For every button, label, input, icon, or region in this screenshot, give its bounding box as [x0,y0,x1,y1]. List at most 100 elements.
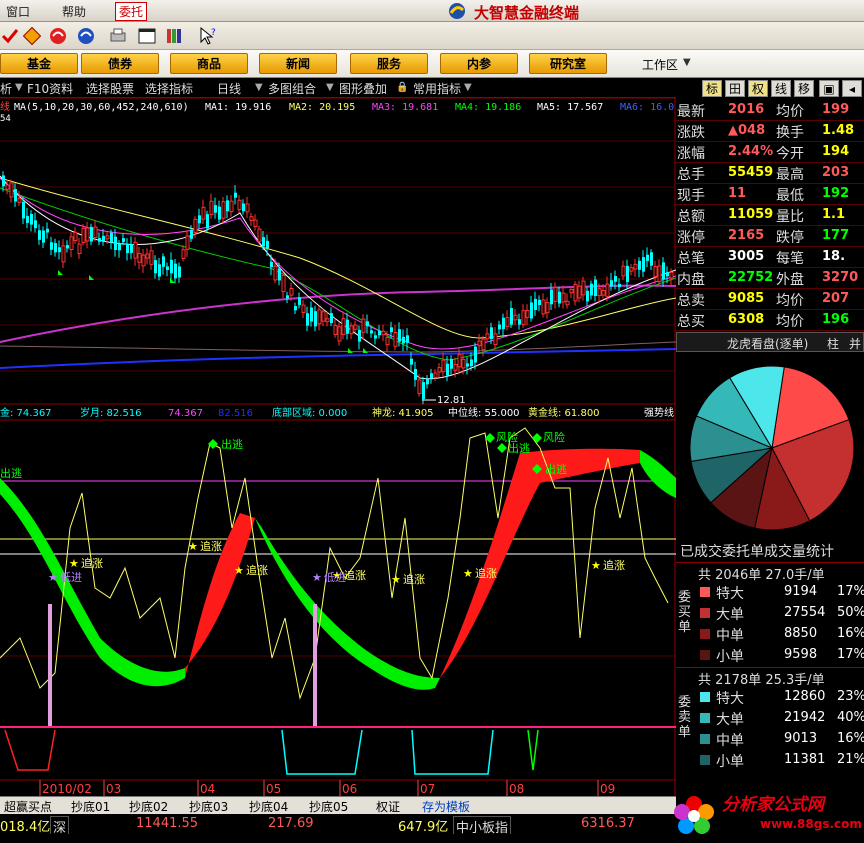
signal-chase-6: 追涨 [475,566,497,580]
quote-value: 3005 [728,249,765,264]
red-swirl-icon[interactable] [48,26,68,46]
quote-label-2: 均价 [776,314,804,330]
print-icon[interactable] [108,26,128,46]
x-tick-5: 07 [420,782,435,796]
candle-body [378,330,381,336]
candle-body [565,300,570,306]
quote-value: 6308 [728,312,765,327]
market-nav: 基金 债券 商品 新闻 服务 内参 研究室 工作区 ▼ [0,50,864,78]
func-analysis[interactable]: 析 [0,80,12,97]
help-pointer-icon[interactable]: ? [198,26,218,46]
tab-formula-1[interactable]: 抄底01 [71,798,110,815]
func-f10[interactable]: F10资料 [27,80,73,97]
chart-area[interactable]: 线 MA(5,10,20,30,60,452,240,610) MA1: 19.… [0,98,676,796]
candle-body [638,260,641,270]
menu-window[interactable]: 窗口 [6,3,30,20]
func-overlay[interactable]: 图形叠加 [339,80,387,97]
candle-body [281,274,286,293]
tab-formula-6[interactable]: 权证 [376,798,400,815]
formula-tabs: 超赢买点 抄底01 抄底02 抄底03 抄底04 抄底05 权证 存为模板 [0,796,676,814]
quote-value: ▲048 [728,123,766,138]
buy-volume: 9598 [784,647,818,662]
ind-goldline: 黄金线: 61.800 [528,406,600,419]
lock-icon[interactable]: 🔒 [396,82,408,94]
diamond-icon[interactable] [22,26,42,46]
candle-body [485,333,490,340]
quote-value-2: 196 [822,312,850,327]
candle-body [398,329,401,342]
quote-row: 总额 11059 量比 1.1 [676,205,864,226]
candle-body [558,291,561,304]
blue-swirl-icon[interactable] [76,26,96,46]
signal-escape-3: 出逃 [508,441,530,455]
candle-body [597,288,602,297]
tab-formula-2[interactable]: 抄底02 [129,798,168,815]
sell-volume: 21942 [784,710,826,725]
quote-value-2: 203 [822,165,850,180]
buy-row: 特大 9194 17% [698,581,864,602]
candle-body [85,227,90,242]
signal-chase-1: 追涨 [81,556,103,570]
tab-formula-0[interactable]: 超赢买点 [4,798,52,815]
tab-grid[interactable]: 田 [725,80,745,97]
menu-order[interactable]: 委托 [115,2,148,21]
func-common-indicator[interactable]: 常用指标 [413,80,461,97]
tab-formula-5[interactable]: 抄底05 [309,798,348,815]
candle-body [294,306,297,311]
candle-body [286,295,289,299]
checkmark-icon[interactable] [0,26,20,46]
nav-research-button[interactable]: 研究室 [529,53,607,74]
x-tick-6: 08 [509,782,524,796]
nav-fund-button[interactable]: 基金 [0,53,78,74]
tab-arrow-icon[interactable]: ◂ [842,80,862,97]
func-select-indicator[interactable]: 选择指标 [145,80,193,97]
nav-service-button[interactable]: 服务 [350,53,428,74]
candle-body [149,250,154,265]
nav-insider-button[interactable]: 内参 [440,53,518,74]
nav-news-button[interactable]: 新闻 [259,53,337,74]
func-select-stock[interactable]: 选择股票 [86,80,134,97]
nav-commodity-button[interactable]: 商品 [170,53,248,74]
books-icon[interactable] [165,26,185,46]
tab-formula-4[interactable]: 抄底04 [249,798,288,815]
color-swatch-icon [700,734,710,744]
tab-mark[interactable]: 标 [702,80,722,97]
quote-value-2: 3270 [822,270,859,285]
candle-body [361,318,366,333]
buy-size-label: 大单 [716,607,744,623]
color-swatch-icon [700,629,710,639]
workarea-label[interactable]: 工作区 [642,56,678,73]
candle-body [298,297,301,305]
chevron-down-icon[interactable]: ▼ [464,82,472,94]
buy-percent: 16% [837,626,864,641]
quote-value: 55459 [728,165,774,180]
quote-row: 总笔 3005 每笔 18. [676,247,864,268]
candle-body [346,319,349,334]
candle-body [581,280,586,296]
tab-formula-3[interactable]: 抄底03 [189,798,228,815]
chevron-down-icon[interactable]: ▼ [326,82,334,94]
candle-body [253,219,258,228]
status-sme-index: 6316.37 [581,816,635,831]
menu-help[interactable]: 帮助 [62,3,86,20]
color-swatch-icon [700,650,710,660]
tab-line[interactable]: 线 [771,80,791,97]
candle-body [550,289,553,305]
chevron-down-icon[interactable]: ▼ [683,57,691,68]
ma-params: MA(5,10,20,30,60,452,240,610) [14,102,189,113]
window-icon[interactable] [137,26,157,46]
tab-bar-mode[interactable]: 柱 [827,335,839,352]
nav-bond-button[interactable]: 债券 [81,53,159,74]
save-template-button[interactable]: 存为模板 [422,798,470,815]
func-daily[interactable]: 日线 [217,80,241,97]
chevron-down-icon[interactable]: ▼ [255,82,263,94]
candle-body [502,317,505,330]
tab-rights[interactable]: 权 [748,80,768,97]
func-multi-chart[interactable]: 多图组合 [268,80,316,97]
tab-pie-mode[interactable]: 并 [849,335,861,352]
candle-body [221,201,226,219]
candle-body [446,363,449,376]
watermark-name: 分析家公式网 [722,795,824,815]
tab-copy-icon[interactable]: ▣ [819,80,839,97]
tab-move[interactable]: 移 [794,80,814,97]
